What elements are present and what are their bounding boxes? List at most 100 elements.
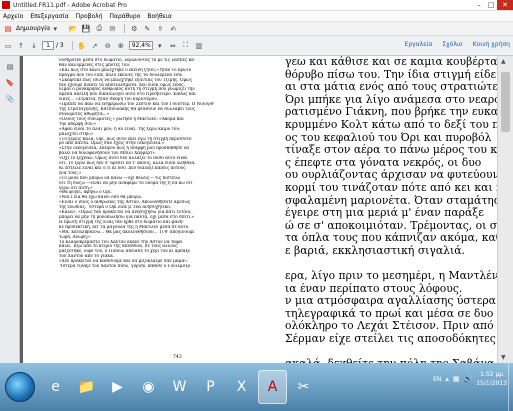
save-icon[interactable]: 💾 (81, 24, 91, 34)
page-text-line-large: κρυμμένο Κολτ κάτω από το δεξί του πόδ (285, 118, 497, 131)
window-controls: – □ ✕ (473, 0, 513, 11)
system-tray: EN ▴ ▦ 🔊 1:52 μμ 15/1/2013 (433, 370, 507, 388)
page-text-line-large: ια έναν περίπατο στους λόφους. (285, 282, 463, 295)
select-icon[interactable]: ➚ (90, 41, 100, 51)
scroll-down-icon[interactable]: ▼ (501, 354, 506, 361)
chevron-down-icon: ▾ (53, 24, 57, 33)
two-page-icon[interactable]: ▥ (194, 41, 204, 51)
print-icon[interactable]: ⎙ (94, 24, 104, 34)
page-total: / 3 (56, 42, 64, 49)
document-area[interactable]: νοσηρότεν μέσα στο δωμάτιο, λερωνοντάς τ… (20, 56, 497, 363)
main-toolbar: ▤ Δημιουργία ▾ 📂 💾 ⎙ ✉ ⚙ ✎ ⇪ ✍ (0, 22, 513, 36)
zoom-input[interactable]: 92,4% (128, 41, 153, 50)
page-text-line-large: ος του κεφαλιού του Όρι και πυροβόλ (285, 131, 492, 144)
firefox-icon[interactable]: ◉ (134, 370, 163, 404)
fit-width-icon[interactable]: ⇔ (168, 41, 178, 51)
page-text-line-large: ρατισμένο Γιάκνη, που βρήκε την ευκαιρ (285, 106, 497, 119)
chevron-down-icon[interactable]: ▾ (155, 41, 165, 51)
pdf-page-large: γεω και κάθισε και σε καμια κουβέρτα απο… (282, 56, 497, 363)
page-text-line-large: ολόκληρο το Λεχάι Στέισον. Πριν από τ (285, 320, 497, 333)
page-text-line-large: γεω και κάθισε και σε καμια κουβέρτα απο… (285, 56, 497, 68)
word-icon[interactable]: W (165, 370, 194, 404)
clock[interactable]: 1:52 μμ 15/1/2013 (476, 370, 507, 388)
bookmarks-icon[interactable]: 🔖 (5, 78, 15, 88)
tool-icon[interactable]: ✂ (289, 370, 318, 404)
sign-icon[interactable]: ✍ (168, 24, 178, 34)
page-text-line-large: σφαλαμένη μαριονέτα. Όταν σταμάτησαν, η (285, 194, 497, 207)
page-text-line-large: τίναξε στον αέρα το πάνω μέρος του κ (285, 144, 497, 157)
share-link[interactable]: Κοινή χρήση (473, 41, 510, 48)
excel-icon[interactable]: X (227, 370, 256, 404)
pages-icon[interactable]: ▤ (5, 62, 15, 72)
prev-page-icon[interactable]: ↑ (16, 41, 26, 51)
page-number: 743 (173, 355, 182, 360)
page-text-line-large: Σέρμαν είχε στείλει τις αποσοδόκητες ειδ… (285, 333, 497, 346)
window-title: Untitled.FR11.pdf - Adobe Acrobat Pro (13, 1, 127, 9)
page-text-line-large: αι στα μάτια ενός από τους στρατιώτες το (285, 81, 497, 94)
page-text-line-large: κορμί του τινάζοταν πότε από κει και π (285, 181, 497, 194)
hand-icon[interactable]: ✋ (77, 41, 87, 51)
menu-edit[interactable]: Επεξεργασία (30, 13, 68, 20)
menu-help[interactable]: Βοήθεια (147, 13, 172, 20)
zoom-in-icon[interactable]: ⊕ (116, 41, 126, 51)
menu-file[interactable]: Αρχείο (3, 13, 23, 20)
share-icon[interactable]: ⇪ (155, 24, 165, 34)
page-text-line-large (285, 346, 497, 359)
page-text-line-large: έγειρε στη μια μεριά μ' έναν παράξε (285, 207, 484, 220)
maximize-button[interactable]: □ (485, 0, 497, 10)
navigation-pane: ▤ 🔖 📎 (0, 56, 20, 363)
menu-window[interactable]: Παράθυρο (110, 13, 141, 20)
minimize-button[interactable]: – (473, 0, 485, 10)
settings-icon[interactable]: ⚙ (129, 24, 139, 34)
page-text-line-large: Όρι μπήκε για λίγο ανάμεσα στο νεαρό στρ (285, 93, 497, 106)
title-bar: Untitled.FR11.pdf - Adobe Acrobat Pro – … (0, 0, 513, 11)
next-page-icon[interactable]: ↓ (29, 41, 39, 51)
media-player-icon[interactable]: ▶ (103, 370, 132, 404)
page-text-line-large: θόρυβο πίσω του. Την ίδια στιγμή είδε το (285, 68, 497, 81)
tools-link[interactable]: Εργαλεία (405, 41, 433, 48)
ie-icon[interactable]: e (41, 370, 70, 404)
create-label: Δημιουργία (16, 25, 51, 32)
scroll-up-icon[interactable]: ▲ (501, 58, 506, 65)
comment-icon[interactable]: ✎ (142, 24, 152, 34)
language-indicator[interactable]: EN (433, 376, 441, 383)
mail-icon[interactable]: ✉ (107, 24, 117, 34)
folder-icon[interactable]: 📁 (72, 370, 101, 404)
bookmark-icon[interactable]: ▭ (3, 41, 13, 51)
scroll-thumb[interactable] (501, 72, 510, 132)
volume-icon[interactable]: 🔊 (464, 375, 473, 383)
vertical-scrollbar[interactable]: ▲ ▼ (497, 56, 513, 363)
clock-time: 1:52 μμ (480, 371, 504, 378)
acrobat-icon (2, 1, 10, 9)
page-text-line-large: ς έπεφτε στα γόνατα νεκρός, οι δυο (285, 156, 482, 169)
clock-date: 15/1/2013 (476, 380, 507, 387)
page-text-line-large: τα όπλα τους που κάπνιζαν ακόμα, καθώς (285, 232, 497, 245)
open-icon[interactable]: 📂 (68, 24, 78, 34)
pdf-page-small: νοσηρότεν μέσα στο δωμάτιο, λερωνοντάς τ… (23, 56, 288, 363)
taskbar: e 📁 ▶ ◉ W P X A ✂ EN ▴ ▦ 🔊 1:52 μμ 15/1/… (0, 363, 513, 411)
chevron-up-icon[interactable]: ▴ (445, 375, 449, 383)
page-text-line-large: ν μια ατμόσφαιρα αγαλλίασης ύστερα από (285, 295, 497, 308)
page-text-line: Ύστερα τίναξε τον Χάντον πίσω, γύρισε, κ… (59, 264, 190, 269)
page-number-input[interactable]: 1 (42, 41, 54, 50)
page-text-line-large: ερα, λίγο πριν το μεσημέρι, η Μαντλέν βγ (285, 270, 497, 283)
create-pdf-icon: ▤ (4, 24, 12, 33)
acrobat-taskbar-icon[interactable]: A (258, 370, 287, 404)
page-text-line-large: ώ σε σ' αποκοιμιόταν. Τρέμοντας, οι σ (285, 219, 497, 232)
page-text-line-large: τηλεγραφικά το πρωί και μέσα σε δυο (285, 307, 494, 320)
powerpoint-icon[interactable]: P (196, 370, 225, 404)
page-text-line-large: ε βαριά, εκκλησιαστική σιγαλιά. (285, 244, 465, 257)
close-button[interactable]: ✕ (497, 0, 513, 10)
fit-page-icon[interactable]: ⛶ (181, 41, 191, 51)
zoom-out-icon[interactable]: ⊖ (103, 41, 113, 51)
attachments-icon[interactable]: 📎 (5, 94, 15, 104)
menu-view[interactable]: Προβολή (76, 13, 103, 20)
page-text-line-large (285, 258, 497, 271)
start-button[interactable] (5, 372, 35, 402)
network-icon[interactable]: ▦ (453, 375, 460, 383)
create-button[interactable]: ▤ Δημιουργία ▾ (3, 24, 63, 34)
page-text-line-large: ου ουρλιάζοντας άρχισαν να φυτεύουν σφ (285, 169, 497, 182)
right-links: Εργαλεία Σχόλιο Κοινή χρήση (395, 41, 510, 48)
show-desktop-button[interactable] (508, 363, 513, 411)
comment-link[interactable]: Σχόλιο (442, 41, 462, 48)
